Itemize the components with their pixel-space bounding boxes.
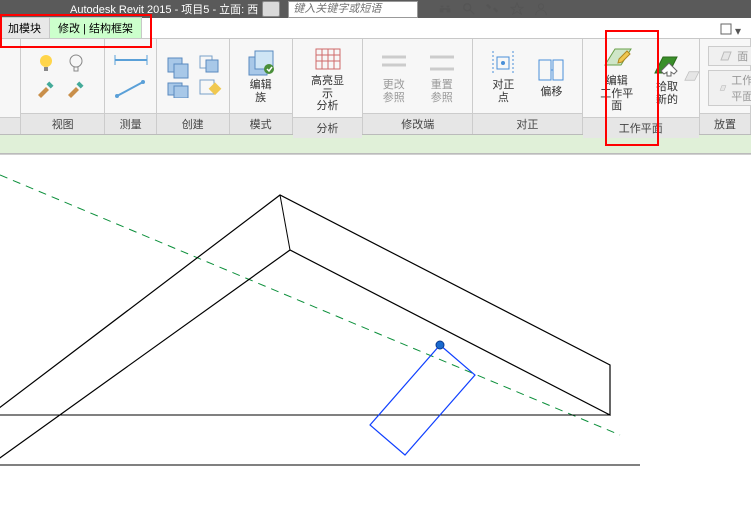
panel-analysis: 高亮显示 分析 分析 [293,39,364,134]
title-bar: Autodesk Revit 2015 - 项目5 - 立面: 西 [0,0,751,18]
panel-place: 面 工作平面 放置 [700,39,751,134]
change-ref-icon [378,47,410,79]
place-icon[interactable] [682,62,702,90]
edit-workplane-icon [601,43,633,75]
panel-justify: 对正 点 偏移 对正 [473,39,583,134]
measure-icon[interactable] [113,78,149,100]
align-point-icon [487,47,519,79]
highlight-icon [312,43,344,75]
reset-ref-button: 重置 参照 [424,47,460,104]
panel-title-workplane: 工作平面 [583,117,699,138]
bulb-outline-icon[interactable] [66,53,90,73]
panel-create: 创建 [157,39,230,134]
offset-icon [535,54,567,86]
user-icon[interactable] [534,2,548,16]
diamond-box-icon[interactable] [198,78,222,98]
search-input[interactable] [288,1,418,18]
drawing-canvas[interactable] [0,154,751,515]
ribbon-collapse-button[interactable]: ▾ [710,23,751,38]
wp-small-icon [719,81,727,95]
collapse-icon [720,23,732,35]
align-point-button[interactable]: 对正 点 [485,47,521,104]
model-view [0,155,751,515]
panel-title-justify: 对正 [473,113,582,134]
ribbon-tabs: 加模块 修改 | 结构框架 ▾ [0,18,751,39]
panel-left-edge [0,39,21,134]
panel-title-view: 视图 [21,113,104,134]
panel-title-place: 放置 [700,113,750,134]
create-similar-icon[interactable] [164,54,194,98]
edit-family-button[interactable]: 编辑 族 [243,47,279,104]
panel-title-mode: 模式 [230,113,292,134]
copy-box-icon[interactable] [198,54,222,74]
bulb-icon[interactable] [36,53,60,73]
panel-mode: 编辑 族 模式 [230,39,293,134]
offset-button[interactable]: 偏移 [533,54,569,99]
place-on-face-button[interactable]: 面 [708,46,751,66]
panel-view: 视图 [21,39,105,134]
edit-workplane-button[interactable]: 编辑 工作平面 [597,43,637,113]
panel-measure: 测量 [105,39,156,134]
brush-alt-icon[interactable] [66,79,90,99]
panel-title-measure: 测量 [105,113,155,134]
change-ref-button: 更改 参照 [376,47,412,104]
panel-modify-end: 更改 参照 重置 参照 修改端 [363,39,473,134]
tab-add-module[interactable]: 加模块 [0,17,50,38]
panel-title-analysis: 分析 [293,117,363,138]
highlight-analysis-button[interactable]: 高亮显示 分析 [307,43,349,113]
star-icon[interactable] [510,2,524,16]
search-icon[interactable] [462,2,476,16]
tools-icon[interactable] [486,2,500,16]
brush-icon[interactable] [36,79,60,99]
face-icon [719,49,733,63]
titlebar-icons [438,2,548,16]
ribbon: 视图 测量 创建 编辑 族 [0,39,751,135]
dimension-icon[interactable] [113,52,149,68]
tab-modify-structural-framing[interactable]: 修改 | 结构框架 [49,17,142,38]
app-title: Autodesk Revit 2015 - 项目5 - 立面: 西 [70,1,258,17]
edit-family-icon [245,47,277,79]
place-on-workplane-button[interactable]: 工作平面 [708,70,751,106]
reset-ref-icon [426,47,458,79]
minimize-button[interactable] [262,1,280,17]
binoculars-icon[interactable] [438,2,452,16]
panel-title-modify-end: 修改端 [363,113,472,134]
panel-title-create: 创建 [157,113,229,134]
